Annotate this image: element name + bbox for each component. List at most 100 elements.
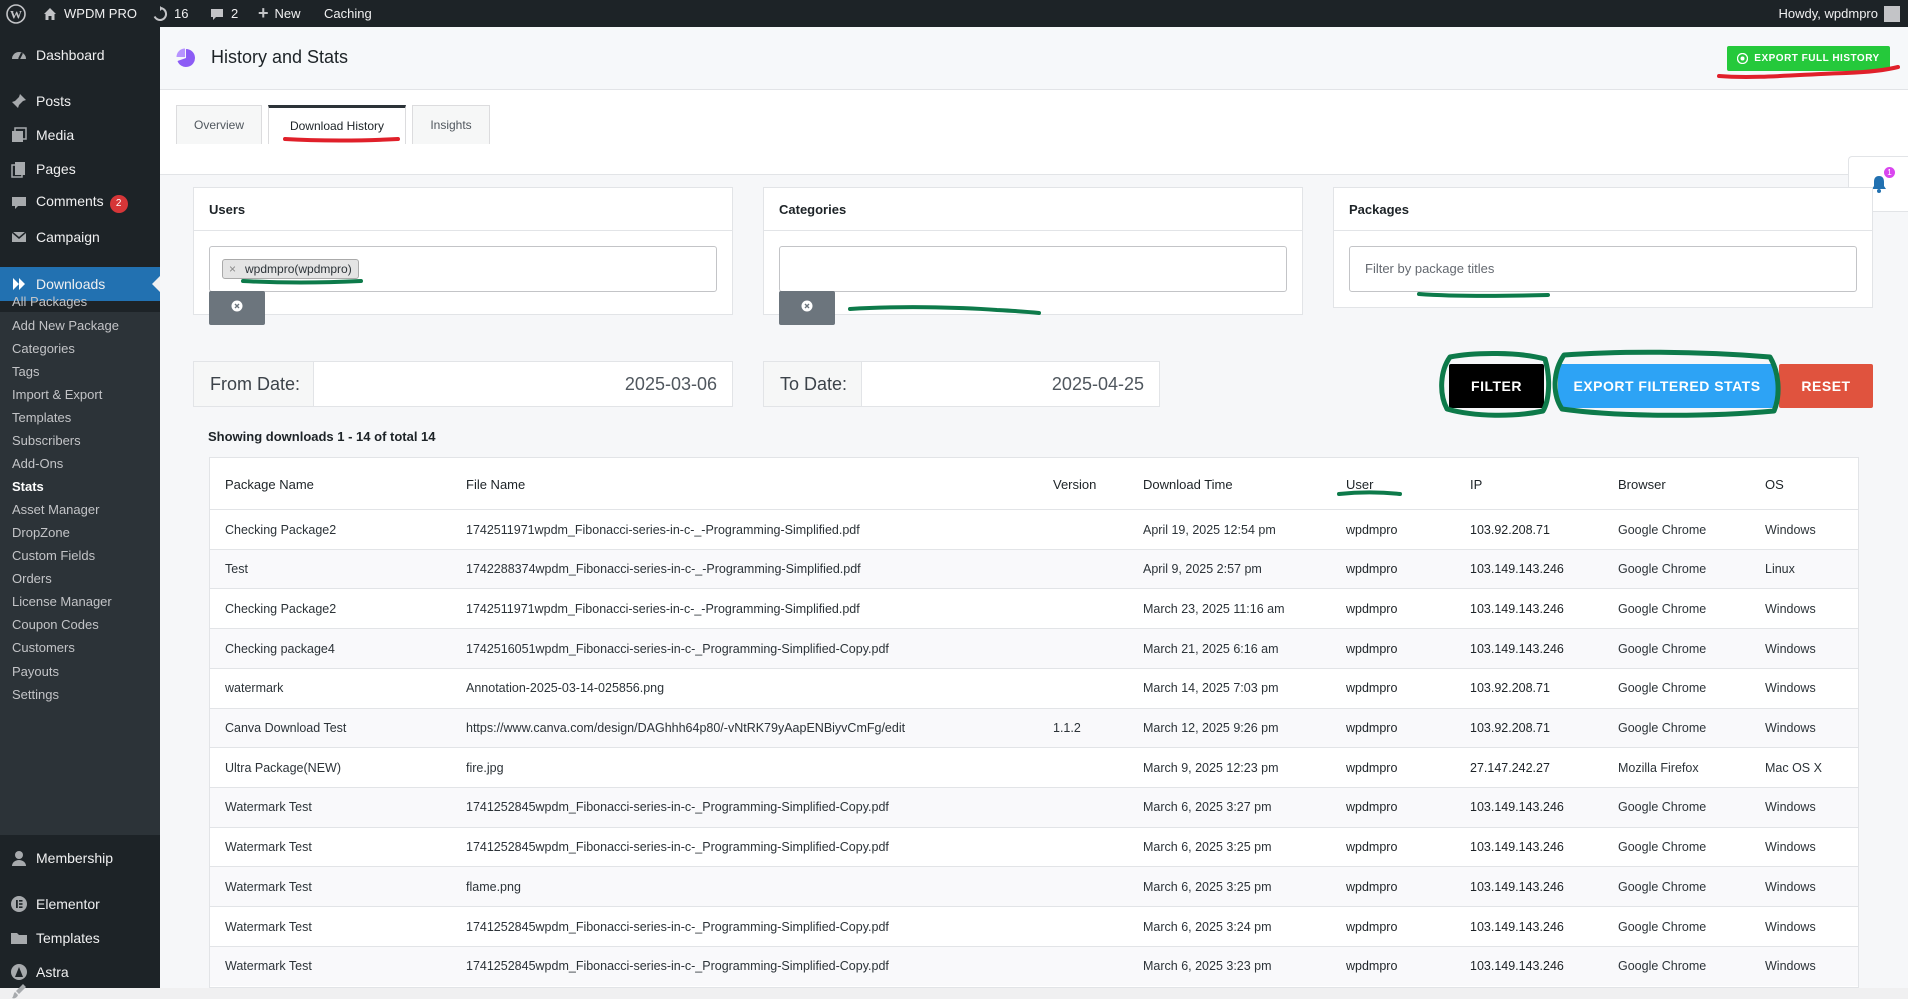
tab-overview-label: Overview (193, 118, 244, 132)
brush-icon (9, 981, 29, 999)
submenu-item-add-new-package[interactable]: Add New Package (12, 318, 119, 333)
user-tag-remove-icon[interactable]: × (229, 262, 236, 276)
submenu-item-customers[interactable]: Customers (12, 640, 75, 655)
export-filtered-stats-button[interactable]: EXPORT FILTERED STATS (1558, 364, 1776, 408)
caching-link[interactable]: Caching (324, 0, 372, 27)
packages-search-input[interactable]: Filter by package titles (1349, 246, 1857, 292)
submenu-item-settings[interactable]: Settings (12, 687, 59, 702)
submenu-item-tags[interactable]: Tags (12, 364, 39, 379)
submenu-item-coupon-codes[interactable]: Coupon Codes (12, 617, 99, 632)
table-row: Checking Package2 1742511971wpdm_Fibonacc… (210, 588, 1858, 628)
cell-os: Windows (1765, 522, 1816, 537)
cell-os: Linux (1765, 562, 1795, 577)
submenu-item-license-manager[interactable]: License Manager (12, 594, 112, 609)
cell-os: Windows (1765, 959, 1816, 974)
column-header-version[interactable]: Version (1053, 458, 1096, 510)
menu-campaign[interactable]: Campaign (0, 220, 160, 254)
menu-membership[interactable]: Membership (0, 841, 160, 875)
submenu-item-add-ons[interactable]: Add-Ons (12, 456, 63, 471)
site-name-link[interactable]: WPDM PRO (42, 0, 137, 27)
submenu-item-all-packages[interactable]: All Packages (12, 294, 87, 309)
column-header-file-name[interactable]: File Name (466, 458, 525, 510)
cell-package-name: Watermark Test (225, 959, 312, 974)
menu-templates[interactable]: Templates (0, 921, 160, 955)
filter-button[interactable]: FILTER (1449, 364, 1544, 408)
cell-download-time: March 6, 2025 3:23 pm (1143, 959, 1272, 974)
column-header-download-time[interactable]: Download Time (1143, 458, 1233, 510)
table-row: Watermark Test flame.png March 6, 2025 3:2… (210, 866, 1858, 907)
comments-badge: 2 (109, 195, 128, 213)
updates-link[interactable]: 16 (152, 0, 188, 27)
menu-media[interactable]: Media (0, 118, 160, 152)
menu-templates-label: Templates (36, 930, 100, 946)
users-filter-panel: Users × wpdmpro(wpdmpro) (193, 187, 733, 325)
reset-button[interactable]: RESET (1779, 364, 1873, 408)
page-title: History and Stats (211, 47, 349, 67)
cell-os: Windows (1765, 601, 1816, 616)
wordpress-logo-icon[interactable]: W (6, 0, 26, 27)
tab-insights[interactable]: Insights (412, 105, 490, 144)
comments-link[interactable]: 2 (209, 0, 238, 27)
export-full-history-label: EXPORT FULL HISTORY (1754, 53, 1880, 64)
menu-posts[interactable]: Posts (0, 84, 160, 118)
account-menu[interactable]: Howdy, wpdmpro (1779, 0, 1900, 27)
cell-browser: Google Chrome (1618, 879, 1707, 894)
to-date-field[interactable]: To Date: 2025-04-25 (763, 361, 1160, 407)
submenu-item-categories[interactable]: Categories (12, 341, 75, 356)
cell-ip: 103.149.143.246 (1470, 879, 1564, 894)
menu-comments[interactable]: Comments 2 (0, 186, 160, 220)
clear-circle-icon (231, 299, 243, 317)
membership-icon (9, 848, 29, 868)
cell-download-time: March 23, 2025 11:16 am (1143, 601, 1285, 616)
users-select[interactable]: × wpdmpro(wpdmpro) (209, 246, 717, 292)
submenu-item-custom-fields[interactable]: Custom Fields (12, 548, 95, 563)
cell-user: wpdmpro (1346, 601, 1398, 616)
categories-select[interactable] (779, 246, 1287, 292)
menu-comments-text: Comments (36, 193, 104, 209)
menu-elementor[interactable]: Elementor (0, 887, 160, 921)
cell-download-time: April 19, 2025 12:54 pm (1143, 522, 1276, 537)
submenu-item-subscribers[interactable]: Subscribers (12, 433, 81, 448)
column-header-package-name[interactable]: Package Name (225, 458, 314, 510)
menu-appearance[interactable]: Appearance (0, 979, 160, 999)
download-circle-icon (1737, 53, 1749, 64)
menu-pages-label: Pages (36, 161, 76, 177)
submenu-item-payouts[interactable]: Payouts (12, 664, 59, 679)
cell-package-name: watermark (225, 681, 284, 696)
menu-pages[interactable]: Pages (0, 152, 160, 186)
updates-count: 16 (174, 6, 189, 21)
export-full-history-button[interactable]: EXPORT FULL HISTORY (1727, 46, 1890, 71)
from-date-field[interactable]: From Date: 2025-03-06 (193, 361, 733, 407)
submenu-item-asset-manager[interactable]: Asset Manager (12, 502, 99, 517)
submenu-item-dropzone[interactable]: DropZone (12, 525, 70, 540)
new-content-link[interactable]: + New (258, 0, 301, 27)
dashboard-icon (9, 45, 29, 65)
tab-download-history[interactable]: Download History (268, 105, 406, 144)
table-row: Checking Package2 1742511971wpdm_Fibonacc… (210, 509, 1858, 549)
cell-user: wpdmpro (1346, 522, 1398, 537)
cell-file-name: 1742288374wpdm_Fibonacci-series-in-c-_-P… (466, 562, 861, 577)
download-history-table: Package Name File Name Version Download Tim… (209, 457, 1859, 988)
column-header-ip[interactable]: IP (1470, 458, 1482, 510)
cell-browser: Google Chrome (1618, 681, 1707, 696)
submenu-item-templates[interactable]: Templates (12, 410, 71, 425)
column-header-os[interactable]: OS (1765, 458, 1784, 510)
cell-file-name: 1741252845wpdm_Fibonacci-series-in-c-_Pr… (466, 840, 889, 855)
tab-overview[interactable]: Overview (176, 105, 262, 144)
submenu-item-stats[interactable]: Stats (12, 479, 44, 494)
menu-dashboard[interactable]: Dashboard (0, 38, 160, 72)
categories-clear-button[interactable] (779, 291, 835, 325)
tab-download-history-label: Download History (289, 119, 385, 133)
cell-ip: 103.149.143.246 (1470, 562, 1564, 577)
cell-file-name: 1741252845wpdm_Fibonacci-series-in-c-_Pr… (466, 919, 889, 934)
submenu-item-import-export[interactable]: Import & Export (12, 387, 102, 402)
cell-user: wpdmpro (1346, 879, 1398, 894)
users-clear-button[interactable] (209, 291, 265, 325)
users-panel-title: Users (194, 188, 732, 231)
column-header-browser[interactable]: Browser (1618, 458, 1666, 510)
page-header: History and Stats EXPORT FULL HISTORY (160, 27, 1908, 90)
submenu-item-orders[interactable]: Orders (12, 571, 52, 586)
cell-ip: 103.92.208.71 (1470, 681, 1550, 696)
pin-icon (9, 91, 29, 111)
column-header-user[interactable]: User (1346, 458, 1373, 510)
